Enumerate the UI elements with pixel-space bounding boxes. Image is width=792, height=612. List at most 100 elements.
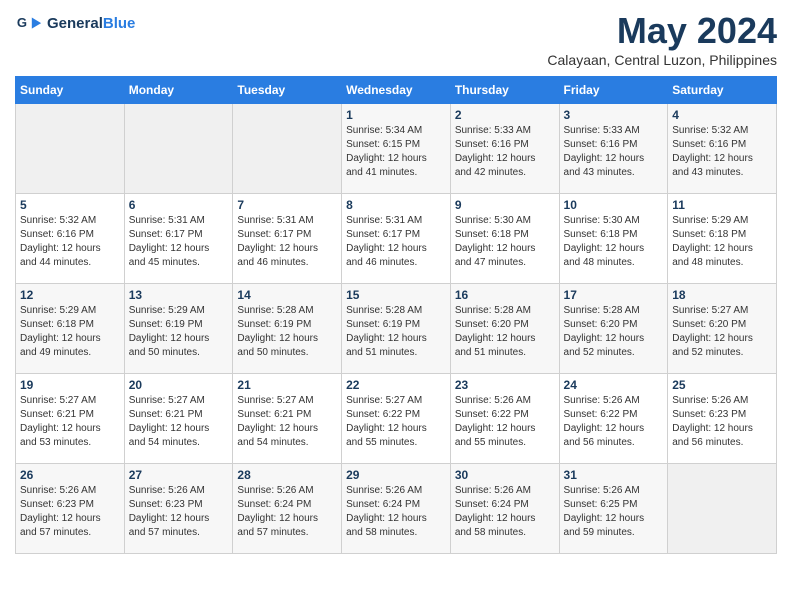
week-row-3: 12 Sunrise: 5:29 AM Sunset: 6:18 PM Dayli… <box>16 284 777 374</box>
svg-text:G: G <box>17 15 27 30</box>
day-info: Sunrise: 5:33 AM Sunset: 6:16 PM Dayligh… <box>455 124 555 180</box>
calendar-cell: 24Sunrise: 5:26 AM Sunset: 6:22 PM Dayli… <box>559 374 668 464</box>
logo: G GeneralBlue <box>15 10 135 38</box>
day-info: Sunrise: 5:27 AM Sunset: 6:21 PM Dayligh… <box>20 394 120 450</box>
calendar-table: SundayMondayTuesdayWednesdayThursdayFrid… <box>15 76 777 554</box>
calendar-cell: 19 Sunrise: 5:27 AM Sunset: 6:21 PM Dayli… <box>16 374 125 464</box>
logo-line2: Blue <box>103 15 136 32</box>
day-number: 12 <box>20 288 120 302</box>
calendar-cell: 22 Sunrise: 5:27 AM Sunset: 6:22 PM Dayli… <box>342 374 451 464</box>
calendar-cell: 9 Sunrise: 5:30 AM Sunset: 6:18 PM Daylig… <box>450 194 559 284</box>
logo-text: GeneralBlue <box>47 16 135 33</box>
day-info: Sunrise: 5:34 AM Sunset: 6:15 PM Dayligh… <box>346 124 446 180</box>
day-number: 22 <box>346 378 446 392</box>
calendar-cell: 27 Sunrise: 5:26 AM Sunset: 6:23 PM Dayli… <box>124 464 233 554</box>
weekday-header-friday: Friday <box>559 77 668 104</box>
day-info: Sunrise: 5:29 AM Sunset: 6:18 PM Dayligh… <box>20 304 120 360</box>
day-info: Sunrise: 5:26 AM Sunset: 6:23 PM Dayligh… <box>129 484 229 540</box>
week-row-5: 26Sunrise: 5:26 AM Sunset: 6:23 PM Dayli… <box>16 464 777 554</box>
day-info: Sunrise: 5:26 AM Sunset: 6:24 PM Dayligh… <box>237 484 337 540</box>
calendar-cell: 15Sunrise: 5:28 AM Sunset: 6:19 PM Dayli… <box>342 284 451 374</box>
day-number: 25 <box>672 378 772 392</box>
day-number: 10 <box>564 198 664 212</box>
day-number: 9 <box>455 198 555 212</box>
day-number: 1 <box>346 108 446 122</box>
month-title: May 2024 <box>547 10 777 52</box>
calendar-cell: 26Sunrise: 5:26 AM Sunset: 6:23 PM Dayli… <box>16 464 125 554</box>
day-info: Sunrise: 5:31 AM Sunset: 6:17 PM Dayligh… <box>346 214 446 270</box>
day-number: 5 <box>20 198 120 212</box>
week-row-4: 19 Sunrise: 5:27 AM Sunset: 6:21 PM Dayli… <box>16 374 777 464</box>
day-number: 28 <box>237 468 337 482</box>
location: Calayaan, Central Luzon, Philippines <box>547 52 777 68</box>
calendar-cell: 14 Sunrise: 5:28 AM Sunset: 6:19 PM Dayli… <box>233 284 342 374</box>
page-header: G GeneralBlue May 2024 Calayaan, Central… <box>15 10 777 68</box>
calendar-cell <box>16 104 125 194</box>
day-number: 16 <box>455 288 555 302</box>
day-info: Sunrise: 5:27 AM Sunset: 6:21 PM Dayligh… <box>129 394 229 450</box>
title-area: May 2024 Calayaan, Central Luzon, Philip… <box>547 10 777 68</box>
day-info: Sunrise: 5:29 AM Sunset: 6:18 PM Dayligh… <box>672 214 772 270</box>
day-info: Sunrise: 5:32 AM Sunset: 6:16 PM Dayligh… <box>20 214 120 270</box>
day-info: Sunrise: 5:30 AM Sunset: 6:18 PM Dayligh… <box>455 214 555 270</box>
day-info: Sunrise: 5:33 AM Sunset: 6:16 PM Dayligh… <box>564 124 664 180</box>
day-number: 18 <box>672 288 772 302</box>
day-info: Sunrise: 5:29 AM Sunset: 6:19 PM Dayligh… <box>129 304 229 360</box>
calendar-cell: 30Sunrise: 5:26 AM Sunset: 6:24 PM Dayli… <box>450 464 559 554</box>
calendar-cell: 23 Sunrise: 5:26 AM Sunset: 6:22 PM Dayli… <box>450 374 559 464</box>
calendar-cell: 2Sunrise: 5:33 AM Sunset: 6:16 PM Daylig… <box>450 104 559 194</box>
calendar-cell <box>668 464 777 554</box>
day-info: Sunrise: 5:26 AM Sunset: 6:25 PM Dayligh… <box>564 484 664 540</box>
day-info: Sunrise: 5:31 AM Sunset: 6:17 PM Dayligh… <box>129 214 229 270</box>
day-number: 3 <box>564 108 664 122</box>
day-info: Sunrise: 5:26 AM Sunset: 6:23 PM Dayligh… <box>20 484 120 540</box>
calendar-cell: 11 Sunrise: 5:29 AM Sunset: 6:18 PM Dayli… <box>668 194 777 284</box>
day-number: 4 <box>672 108 772 122</box>
calendar-cell: 1 Sunrise: 5:34 AM Sunset: 6:15 PM Daylig… <box>342 104 451 194</box>
calendar-cell: 8 Sunrise: 5:31 AM Sunset: 6:17 PM Daylig… <box>342 194 451 284</box>
day-info: Sunrise: 5:26 AM Sunset: 6:24 PM Dayligh… <box>455 484 555 540</box>
day-number: 24 <box>564 378 664 392</box>
calendar-cell: 17Sunrise: 5:28 AM Sunset: 6:20 PM Dayli… <box>559 284 668 374</box>
day-number: 23 <box>455 378 555 392</box>
day-number: 13 <box>129 288 229 302</box>
day-number: 19 <box>20 378 120 392</box>
calendar-cell: 16 Sunrise: 5:28 AM Sunset: 6:20 PM Dayli… <box>450 284 559 374</box>
weekday-header-wednesday: Wednesday <box>342 77 451 104</box>
day-number: 11 <box>672 198 772 212</box>
day-number: 6 <box>129 198 229 212</box>
calendar-cell: 7Sunrise: 5:31 AM Sunset: 6:17 PM Daylig… <box>233 194 342 284</box>
day-number: 20 <box>129 378 229 392</box>
day-number: 21 <box>237 378 337 392</box>
logo-icon: G <box>15 10 43 38</box>
calendar-cell: 29Sunrise: 5:26 AM Sunset: 6:24 PM Dayli… <box>342 464 451 554</box>
day-info: Sunrise: 5:26 AM Sunset: 6:24 PM Dayligh… <box>346 484 446 540</box>
day-info: Sunrise: 5:32 AM Sunset: 6:16 PM Dayligh… <box>672 124 772 180</box>
calendar-cell: 10 Sunrise: 5:30 AM Sunset: 6:18 PM Dayli… <box>559 194 668 284</box>
day-info: Sunrise: 5:27 AM Sunset: 6:20 PM Dayligh… <box>672 304 772 360</box>
day-number: 27 <box>129 468 229 482</box>
weekday-header-saturday: Saturday <box>668 77 777 104</box>
calendar-cell <box>124 104 233 194</box>
calendar-cell: 18 Sunrise: 5:27 AM Sunset: 6:20 PM Dayli… <box>668 284 777 374</box>
day-number: 31 <box>564 468 664 482</box>
calendar-cell: 25Sunrise: 5:26 AM Sunset: 6:23 PM Dayli… <box>668 374 777 464</box>
calendar-cell: 4 Sunrise: 5:32 AM Sunset: 6:16 PM Daylig… <box>668 104 777 194</box>
day-info: Sunrise: 5:27 AM Sunset: 6:21 PM Dayligh… <box>237 394 337 450</box>
day-number: 17 <box>564 288 664 302</box>
day-info: Sunrise: 5:28 AM Sunset: 6:20 PM Dayligh… <box>455 304 555 360</box>
logo-line1: General <box>47 15 103 32</box>
week-row-1: 1 Sunrise: 5:34 AM Sunset: 6:15 PM Daylig… <box>16 104 777 194</box>
weekday-header-row: SundayMondayTuesdayWednesdayThursdayFrid… <box>16 77 777 104</box>
calendar-cell: 20 Sunrise: 5:27 AM Sunset: 6:21 PM Dayli… <box>124 374 233 464</box>
day-info: Sunrise: 5:30 AM Sunset: 6:18 PM Dayligh… <box>564 214 664 270</box>
day-number: 14 <box>237 288 337 302</box>
weekday-header-monday: Monday <box>124 77 233 104</box>
day-info: Sunrise: 5:28 AM Sunset: 6:19 PM Dayligh… <box>237 304 337 360</box>
day-number: 8 <box>346 198 446 212</box>
calendar-cell: 12 Sunrise: 5:29 AM Sunset: 6:18 PM Dayli… <box>16 284 125 374</box>
calendar-cell: 6 Sunrise: 5:31 AM Sunset: 6:17 PM Daylig… <box>124 194 233 284</box>
day-info: Sunrise: 5:27 AM Sunset: 6:22 PM Dayligh… <box>346 394 446 450</box>
day-info: Sunrise: 5:26 AM Sunset: 6:22 PM Dayligh… <box>455 394 555 450</box>
calendar-cell: 21 Sunrise: 5:27 AM Sunset: 6:21 PM Dayli… <box>233 374 342 464</box>
